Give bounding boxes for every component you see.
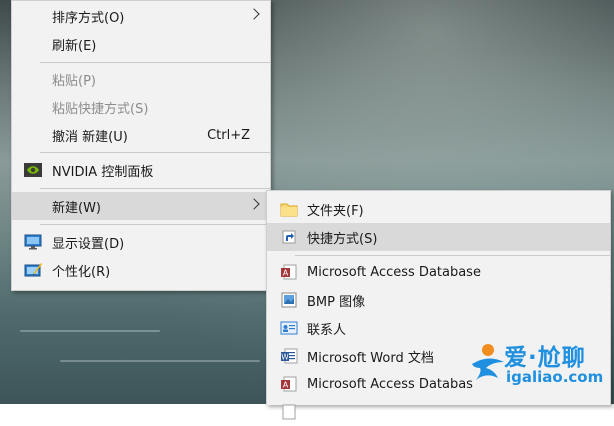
- svg-text:W: W: [281, 353, 289, 362]
- menu-item-refresh[interactable]: 刷新(E): [12, 30, 270, 58]
- site-watermark: 爱·尬聊 igaliao.com: [468, 334, 614, 394]
- menu-item-label: 粘贴(P): [52, 73, 96, 89]
- shortcut-key-label: Ctrl+Z: [207, 127, 250, 143]
- svg-text:A: A: [283, 381, 289, 390]
- access-icon: A: [280, 264, 298, 280]
- menu-item-label: 刷新(E): [52, 38, 97, 54]
- menu-item-label: 粘贴快捷方式(S): [52, 101, 149, 117]
- shortcut-icon: [280, 229, 298, 245]
- watermark-url: igaliao.com: [506, 368, 604, 386]
- submenu-item-bmp-image[interactable]: BMP 图像: [267, 286, 610, 314]
- bmp-image-icon: [280, 292, 298, 308]
- menu-item-paste: 粘贴(P): [12, 65, 270, 93]
- chevron-right-icon: [248, 198, 260, 210]
- menu-item-new[interactable]: 新建(W): [12, 192, 270, 220]
- menu-separator: [40, 62, 270, 63]
- menu-item-label: 显示设置(D): [52, 236, 125, 252]
- menu-item-label: NVIDIA 控制面板: [52, 164, 154, 180]
- svg-text:A: A: [283, 269, 289, 278]
- igaliao-logo: [472, 344, 504, 380]
- nvidia-icon: [24, 162, 42, 178]
- menu-item-undo-new[interactable]: 撤消 新建(U) Ctrl+Z: [12, 121, 270, 149]
- menu-separator: [295, 255, 610, 256]
- display-settings-icon: [24, 234, 42, 250]
- desktop-context-menu: 排序方式(O) 刷新(E) 粘贴(P) 粘贴快捷方式(S) 撤消 新建(U) C…: [11, 0, 271, 291]
- menu-item-paste-shortcut: 粘贴快捷方式(S): [12, 93, 270, 121]
- word-icon: W: [280, 348, 298, 364]
- personalize-icon: [24, 262, 42, 278]
- menu-item-label: 新建(W): [52, 200, 101, 216]
- submenu-item-shortcut[interactable]: 快捷方式(S): [267, 223, 610, 251]
- menu-item-label: 撤消 新建(U): [52, 129, 128, 145]
- submenu-item-access-database[interactable]: A Microsoft Access Database: [267, 258, 610, 286]
- menu-separator: [40, 188, 270, 189]
- contact-icon: [280, 320, 298, 336]
- submenu-item-folder[interactable]: 文件夹(F): [267, 195, 610, 223]
- submenu-item-partial[interactable]: [267, 398, 610, 426]
- wallpaper-wave: [60, 360, 260, 362]
- submenu-item-label: 文件夹(F): [307, 203, 364, 219]
- menu-item-display-settings[interactable]: 显示设置(D): [12, 228, 270, 256]
- access-icon: A: [280, 376, 298, 392]
- menu-item-label: 个性化(R): [52, 264, 111, 280]
- watermark-title: 爱·尬聊: [504, 345, 586, 371]
- menu-item-label: 排序方式(O): [52, 10, 125, 26]
- submenu-item-label: 快捷方式(S): [307, 231, 378, 247]
- menu-item-sort-by[interactable]: 排序方式(O): [12, 2, 270, 30]
- menu-item-nvidia-control-panel[interactable]: NVIDIA 控制面板: [12, 156, 270, 184]
- menu-separator: [40, 152, 270, 153]
- wallpaper-wave: [20, 330, 160, 332]
- menu-separator: [40, 224, 270, 225]
- submenu-item-label: Microsoft Word 文档: [307, 350, 434, 366]
- document-icon: [280, 404, 298, 420]
- folder-icon: [280, 201, 298, 217]
- submenu-item-label: 联系人: [307, 322, 347, 338]
- menu-item-personalize[interactable]: 个性化(R): [12, 256, 270, 284]
- submenu-item-label: Microsoft Access Databas: [307, 376, 473, 392]
- submenu-item-label: BMP 图像: [307, 294, 366, 310]
- chevron-right-icon: [248, 8, 260, 20]
- submenu-item-label: Microsoft Access Database: [307, 264, 481, 280]
